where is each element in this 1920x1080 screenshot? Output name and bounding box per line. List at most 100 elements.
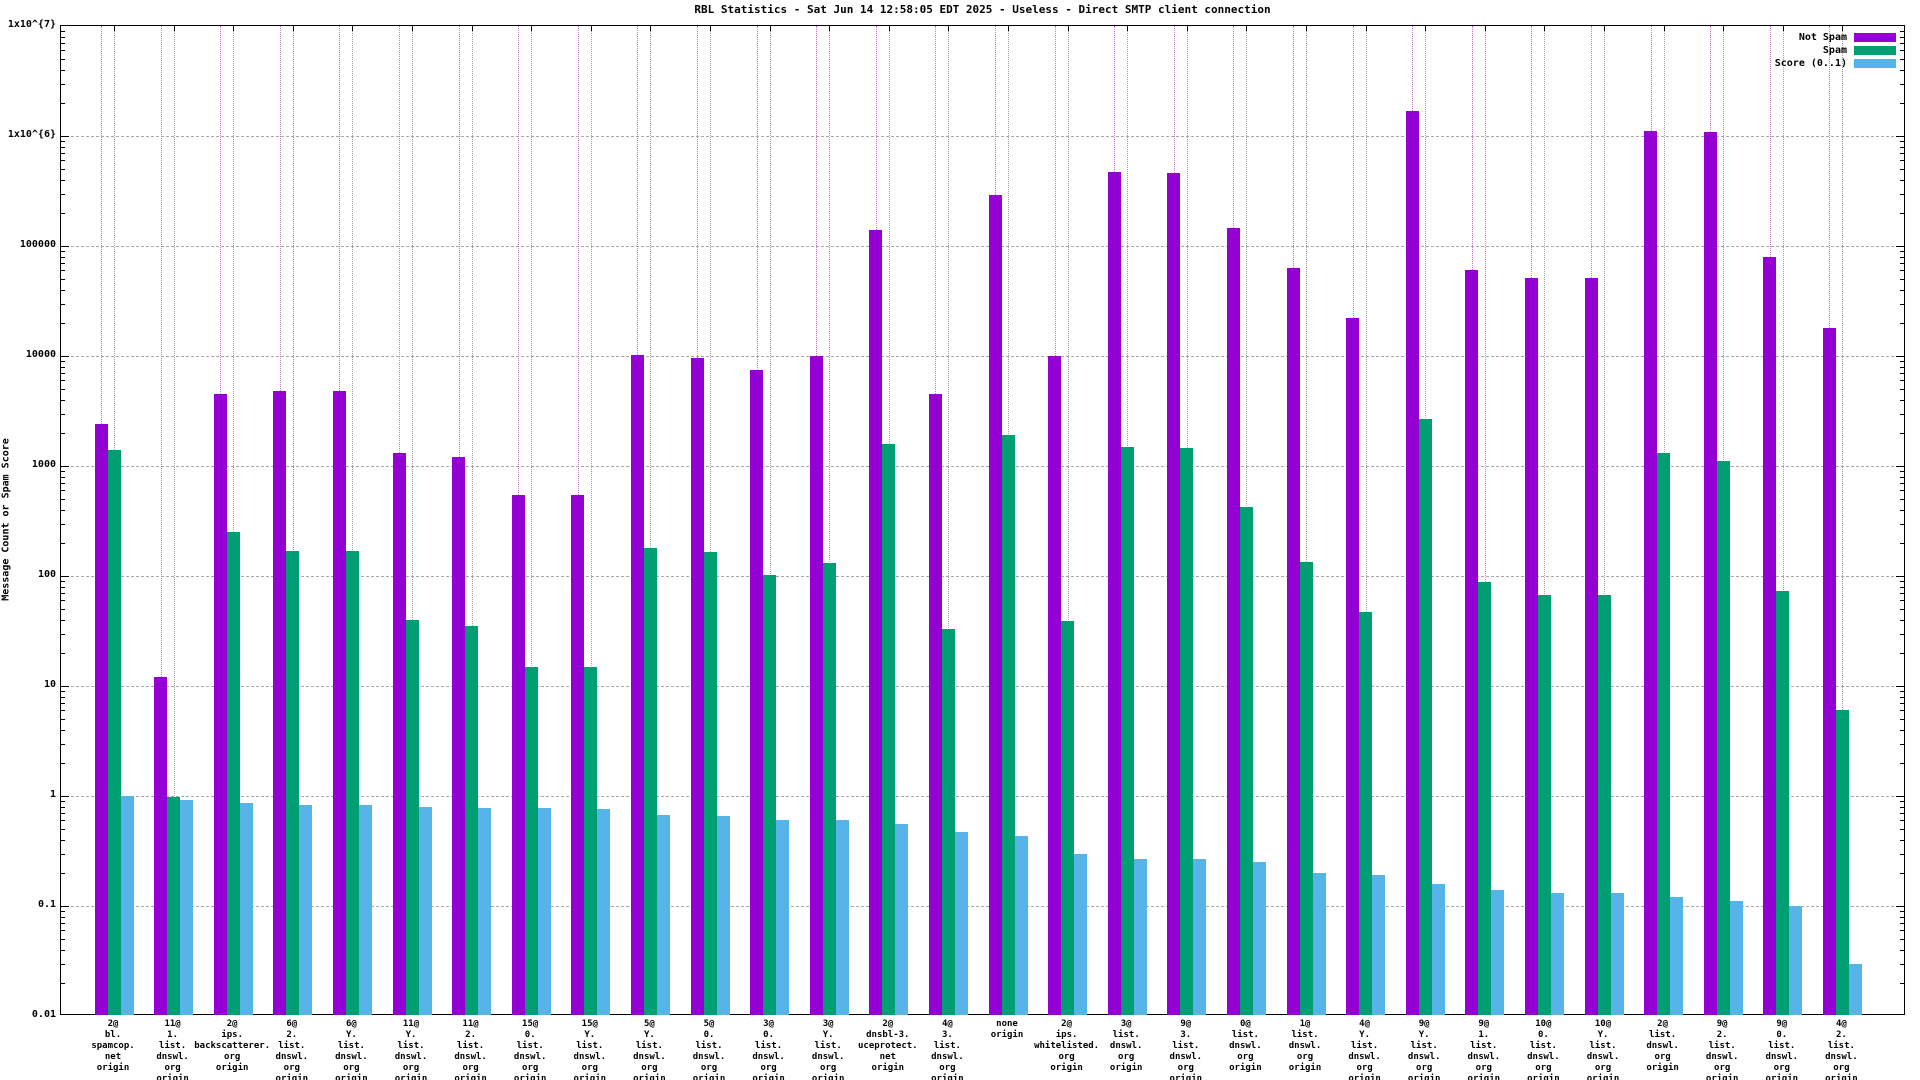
grid-line-vertical-magenta xyxy=(339,26,340,391)
bar-score-0-1- xyxy=(836,820,849,1015)
bar-spam xyxy=(1836,710,1849,1015)
bar-spam xyxy=(1598,595,1611,1015)
y-tick-mark-minor xyxy=(61,180,65,181)
grid-line-vertical-magenta xyxy=(1472,26,1473,270)
y-tick-mark-minor xyxy=(61,169,65,170)
y-tick-mark-minor xyxy=(1900,620,1904,621)
x-tick-mark-top xyxy=(1246,26,1247,31)
bar-score-0-1- xyxy=(776,820,789,1015)
y-tick-mark-minor xyxy=(1900,257,1904,258)
y-tick-mark-minor xyxy=(61,593,65,594)
y-tick-mark-minor xyxy=(1900,263,1904,264)
bar-score-0-1- xyxy=(299,805,312,1015)
y-tick-mark-minor xyxy=(61,103,65,104)
y-tick-mark-major xyxy=(1896,686,1904,687)
y-tick-mark-minor xyxy=(1900,373,1904,374)
y-tick-mark-minor xyxy=(1900,930,1904,931)
bar-score-0-1- xyxy=(240,803,253,1015)
y-tick-mark-minor xyxy=(61,801,65,802)
y-tick-mark-minor xyxy=(1900,59,1904,60)
grid-line-vertical-magenta xyxy=(1829,26,1830,328)
y-tick-mark-minor xyxy=(61,820,65,821)
bar-not-spam xyxy=(154,677,167,1015)
bar-score-0-1- xyxy=(1134,859,1147,1015)
bar-score-0-1- xyxy=(597,809,610,1015)
grid-line-vertical-magenta xyxy=(1710,26,1711,132)
grid-line-horizontal xyxy=(61,246,1904,247)
y-tick-mark-minor xyxy=(1900,279,1904,280)
y-tick-mark-minor xyxy=(61,389,65,390)
y-tick-mark-minor xyxy=(1900,964,1904,965)
y-tick-mark-minor xyxy=(61,763,65,764)
x-tick-mark-top xyxy=(1008,26,1009,31)
y-tick-mark-minor xyxy=(1900,950,1904,951)
y-tick-mark-minor xyxy=(1900,543,1904,544)
y-tick-mark-minor xyxy=(61,911,65,912)
y-tick-mark-major xyxy=(61,686,69,687)
grid-line-vertical-magenta xyxy=(161,26,162,677)
y-tick-mark-minor xyxy=(1900,510,1904,511)
x-tick-mark-top xyxy=(829,26,830,31)
bar-not-spam xyxy=(273,391,286,1015)
x-tick-mark-top xyxy=(412,26,413,31)
grid-line-vertical-magenta xyxy=(1651,26,1652,131)
y-tick-mark-minor xyxy=(61,939,65,940)
y-tick-mark-minor xyxy=(1900,813,1904,814)
x-tick-mark-top xyxy=(1544,26,1545,31)
y-tick-mark-minor xyxy=(61,43,65,44)
y-tick-mark-minor xyxy=(1900,820,1904,821)
bar-spam xyxy=(108,450,121,1015)
legend-swatch xyxy=(1854,33,1896,42)
y-tick-mark-minor xyxy=(1900,389,1904,390)
y-tick-mark-minor xyxy=(1900,169,1904,170)
y-tick-mark-minor xyxy=(1900,153,1904,154)
x-tick-mark-top xyxy=(710,26,711,31)
grid-line-vertical-magenta xyxy=(1531,26,1532,278)
bar-spam xyxy=(465,626,478,1015)
y-tick-mark-minor xyxy=(61,483,65,484)
y-tick-mark-minor xyxy=(61,367,65,368)
bar-not-spam xyxy=(1644,131,1657,1015)
y-tick-mark-minor xyxy=(61,251,65,252)
y-tick-mark-minor xyxy=(61,160,65,161)
grid-line-vertical-magenta xyxy=(578,26,579,495)
y-tick-mark-minor xyxy=(61,587,65,588)
y-tick-mark-minor xyxy=(1900,917,1904,918)
grid-line-vertical-magenta xyxy=(1353,26,1354,318)
grid-line-vertical-magenta xyxy=(1412,26,1413,111)
y-tick-mark-minor xyxy=(61,270,65,271)
grid-line-vertical-magenta xyxy=(1293,26,1294,268)
grid-line-vertical-magenta xyxy=(459,26,460,457)
bar-score-0-1- xyxy=(1551,893,1564,1015)
bar-score-0-1- xyxy=(478,808,491,1015)
y-tick-mark-minor xyxy=(1900,380,1904,381)
y-tick-mark-major xyxy=(1896,246,1904,247)
bar-not-spam xyxy=(333,391,346,1015)
bar-not-spam xyxy=(512,495,525,1015)
y-tick-mark-minor xyxy=(1900,367,1904,368)
y-tick-mark-minor xyxy=(61,499,65,500)
bar-spam xyxy=(1180,448,1193,1015)
bar-score-0-1- xyxy=(1313,873,1326,1015)
legend-label: Score (0..1) xyxy=(1775,58,1847,69)
x-tick-mark-top xyxy=(1485,26,1486,31)
grid-line-vertical-magenta xyxy=(1591,26,1592,278)
y-tick-mark-minor xyxy=(1900,304,1904,305)
bar-score-0-1- xyxy=(895,824,908,1015)
y-tick-mark-minor xyxy=(61,744,65,745)
y-tick-mark-minor xyxy=(1900,483,1904,484)
y-tick-mark-minor xyxy=(1900,251,1904,252)
legend-row: Score (0..1) xyxy=(1775,57,1896,70)
x-tick-mark-top xyxy=(650,26,651,31)
y-tick-mark-minor xyxy=(61,719,65,720)
bar-score-0-1- xyxy=(1372,875,1385,1015)
bar-spam xyxy=(1300,562,1313,1015)
y-tick-mark-minor xyxy=(1900,829,1904,830)
bar-not-spam xyxy=(1287,268,1300,1015)
x-tick-mark-top xyxy=(531,26,532,31)
bar-not-spam xyxy=(1763,257,1776,1015)
y-tick-mark-major xyxy=(1896,906,1904,907)
y-tick-mark-minor xyxy=(1900,911,1904,912)
bar-score-0-1- xyxy=(1193,859,1206,1015)
y-tick-mark-minor xyxy=(1900,524,1904,525)
